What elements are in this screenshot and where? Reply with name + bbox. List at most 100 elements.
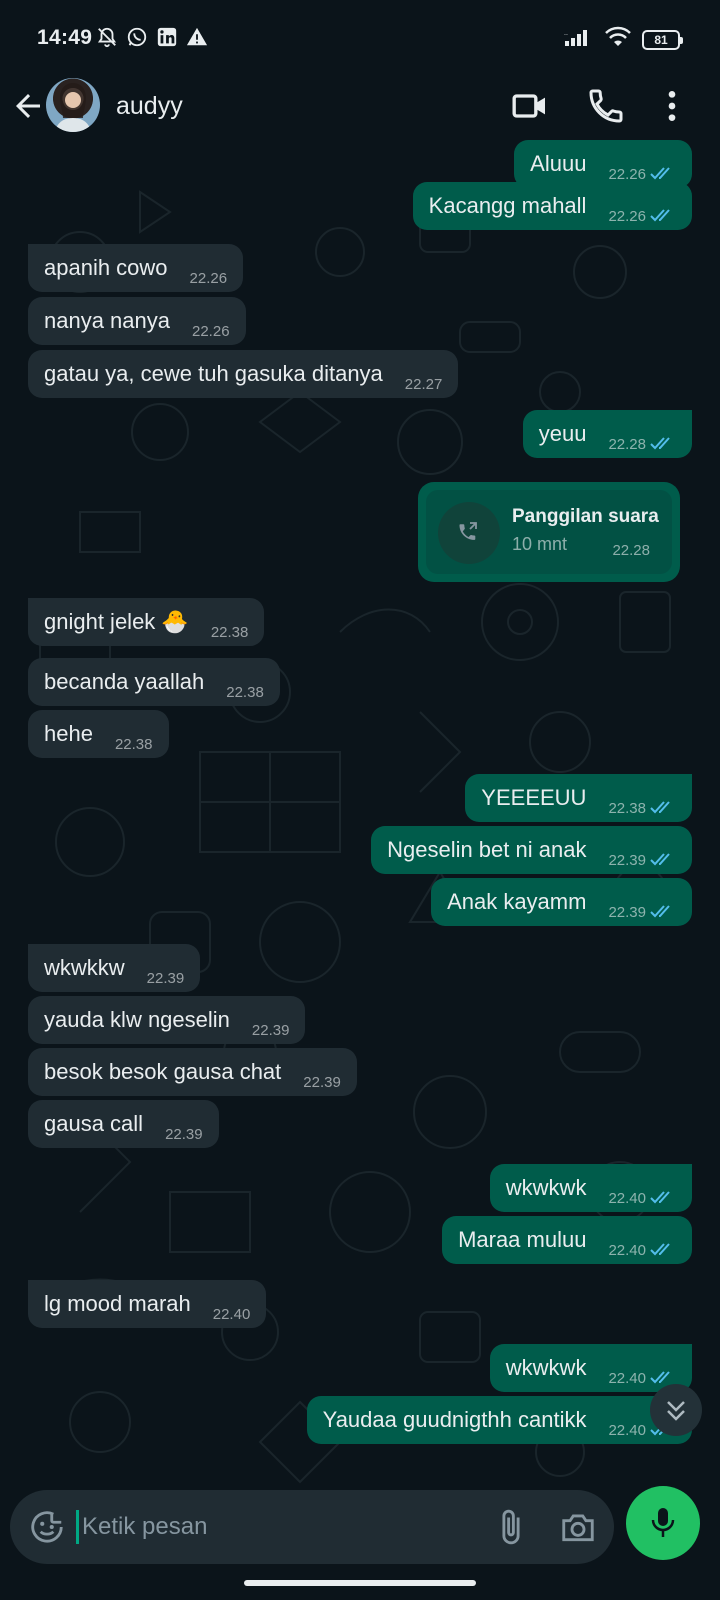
message-text: Ngeselin bet ni anak	[387, 837, 587, 862]
incoming-message[interactable]: nanya nanya 22.26	[28, 297, 246, 345]
message-time: 22.39	[165, 1126, 203, 1143]
message-text: nanya nanya	[44, 308, 170, 333]
incoming-message[interactable]: apanih cowo 22.26	[28, 244, 244, 292]
status-time: 14:49	[37, 26, 93, 49]
message-text: yeuu	[538, 421, 587, 446]
read-receipt-icon	[650, 209, 670, 222]
message-text: Maraa muluu	[458, 1227, 587, 1252]
message-text: hehe	[44, 721, 93, 746]
outgoing-message[interactable]: Anak kayamm 22.39	[431, 878, 692, 926]
contact-name[interactable]: audyy	[116, 92, 183, 121]
outgoing-message[interactable]: YEEEEUU 22.38	[465, 774, 692, 822]
read-receipt-icon	[650, 1243, 670, 1256]
call-time: 22.28	[612, 542, 650, 559]
whatsapp-icon	[126, 26, 148, 48]
attach-icon[interactable]	[492, 1508, 530, 1546]
message-text: gausa call	[44, 1111, 144, 1136]
incoming-message[interactable]: gausa call 22.39	[28, 1100, 219, 1148]
read-receipt-icon	[650, 437, 670, 450]
navigation-bar	[0, 1570, 720, 1600]
message-input-container	[10, 1490, 614, 1564]
message-time: 22.38	[114, 736, 153, 753]
outgoing-message[interactable]: Kacangg mahall 22.26	[412, 182, 692, 230]
call-duration: 10 mnt	[512, 534, 568, 554]
read-receipt-icon	[650, 167, 670, 180]
message-time: 22.39	[608, 904, 646, 921]
message-text: Kacangg mahall	[428, 193, 587, 218]
status-notification-icons	[96, 26, 208, 48]
message-text: Anak kayamm	[447, 889, 587, 914]
message-time: 22.28	[608, 436, 646, 453]
read-receipt-icon	[650, 1191, 670, 1204]
mute-bell-icon	[96, 26, 118, 48]
incoming-message[interactable]: gatau ya, cewe tuh gasuka ditanya 22.27	[28, 350, 459, 398]
message-text: YEEEEUU	[481, 785, 587, 810]
read-receipt-icon	[650, 905, 670, 918]
mic-icon	[651, 1508, 675, 1537]
warning-icon	[186, 26, 208, 48]
emoji-icon[interactable]	[28, 1508, 66, 1546]
message-time: 22.39	[303, 1074, 341, 1091]
incoming-message[interactable]: wkwkkw 22.39	[28, 944, 201, 992]
message-text: wkwkwk	[505, 1355, 587, 1380]
avatar[interactable]	[46, 78, 100, 132]
linkedin-icon	[156, 26, 178, 48]
message-time: 22.26	[608, 208, 646, 225]
message-text: wkwkwk	[505, 1175, 587, 1200]
message-time: 22.38	[210, 624, 249, 641]
incoming-message[interactable]: becanda yaallah 22.38	[28, 658, 280, 706]
text-caret	[76, 1510, 79, 1544]
mic-button[interactable]	[626, 1486, 700, 1560]
message-input[interactable]	[82, 1508, 462, 1546]
voice-call-bubble[interactable]: Panggilan suara 10 mnt 22.28	[418, 482, 680, 582]
message-time: 22.40	[608, 1422, 646, 1439]
message-time: 22.27	[404, 376, 443, 393]
message-text: gnight jelek 🐣	[44, 609, 189, 634]
message-time: 22.40	[608, 1242, 646, 1259]
message-text: apanih cowo	[44, 255, 168, 280]
read-receipt-icon	[650, 801, 670, 814]
outgoing-call-icon	[438, 502, 500, 564]
svg-text:..: ..	[564, 30, 568, 37]
home-indicator[interactable]	[244, 1580, 476, 1586]
message-text: Aluuu	[530, 151, 587, 176]
incoming-message[interactable]: gnight jelek 🐣 22.38	[28, 598, 265, 646]
wifi-icon	[604, 26, 632, 53]
camera-icon[interactable]	[558, 1508, 598, 1546]
message-time: 22.26	[192, 323, 230, 340]
composer-bar	[0, 1486, 720, 1570]
read-receipt-icon	[650, 1371, 670, 1384]
scroll-to-bottom-button[interactable]	[650, 1384, 702, 1436]
message-text: besok besok gausa chat	[44, 1059, 282, 1084]
message-text: yauda klw ngeselin	[44, 1007, 230, 1032]
outgoing-message[interactable]: Ngeselin bet ni anak 22.39	[371, 826, 692, 874]
message-text: wkwkkw	[44, 955, 125, 980]
voice-call-card: Panggilan suara 10 mnt 22.28	[426, 490, 672, 574]
call-title: Panggilan suara	[512, 506, 659, 527]
video-call-icon[interactable]	[510, 86, 550, 126]
incoming-message[interactable]: yauda klw ngeselin 22.39	[28, 996, 306, 1044]
outgoing-message[interactable]: Yaudaa guudnigthh cantikk 22.40	[306, 1396, 692, 1444]
chevron-double-down-icon	[667, 1401, 685, 1421]
battery-icon: 81	[642, 29, 683, 50]
message-text: gatau ya, cewe tuh gasuka ditanya	[44, 361, 383, 386]
message-text: lg mood marah	[44, 1291, 191, 1316]
incoming-message[interactable]: lg mood marah 22.40	[28, 1280, 267, 1328]
message-time: 22.40	[212, 1306, 251, 1323]
outgoing-message[interactable]: wkwkwk 22.40	[489, 1164, 692, 1212]
outgoing-message[interactable]: Maraa muluu 22.40	[442, 1216, 692, 1264]
outgoing-message[interactable]: yeuu 22.28	[522, 410, 692, 458]
message-text: becanda yaallah	[44, 669, 205, 694]
message-text: Yaudaa guudnigthh cantikk	[322, 1407, 587, 1432]
back-arrow-icon[interactable]	[10, 88, 46, 124]
voice-call-icon[interactable]	[586, 86, 626, 126]
status-system-icons: .. 81	[564, 26, 683, 53]
outgoing-message[interactable]: Aluuu 22.26	[514, 140, 692, 188]
signal-icon: ..	[564, 27, 594, 52]
incoming-message[interactable]: hehe 22.38	[28, 710, 169, 758]
more-vert-icon[interactable]	[652, 86, 692, 126]
incoming-message[interactable]: besok besok gausa chat 22.39	[28, 1048, 357, 1096]
message-time: 22.38	[226, 684, 264, 701]
message-time: 22.26	[189, 270, 228, 287]
read-receipt-icon	[650, 853, 670, 866]
